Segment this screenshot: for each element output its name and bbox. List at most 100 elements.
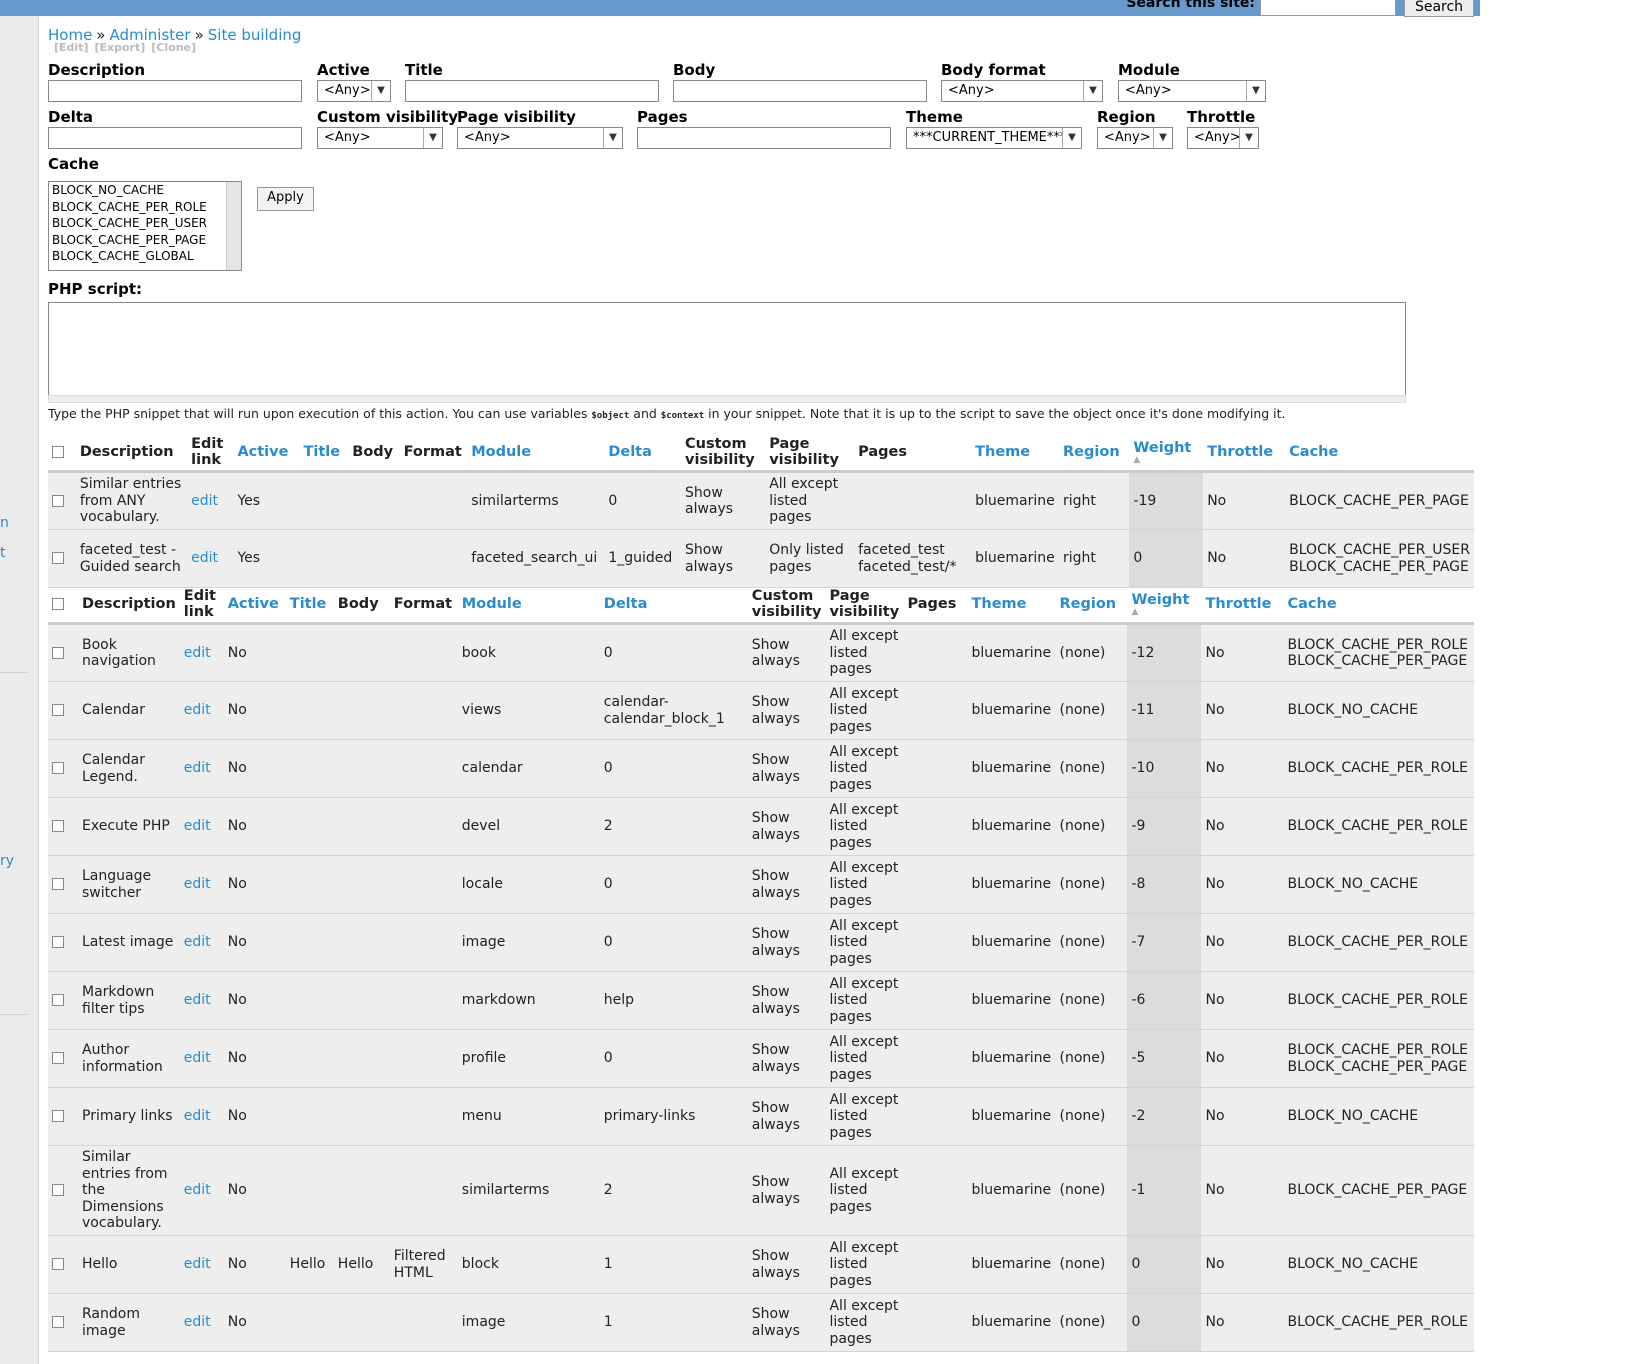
col-weight[interactable]: Weight ▲ (1127, 586, 1201, 624)
select-all-checkbox[interactable] (52, 446, 64, 458)
cache-option[interactable]: BLOCK_CACHE_PER_PAGE (49, 232, 241, 249)
col-region[interactable]: Region (1059, 434, 1129, 472)
row-checkbox[interactable] (52, 552, 64, 565)
title-input[interactable] (405, 80, 659, 102)
delta-input[interactable] (48, 127, 302, 149)
body-input[interactable] (673, 80, 927, 102)
listbox-scrollbar[interactable] (226, 182, 241, 270)
cell-edit[interactable]: edit (180, 682, 224, 740)
cache-listbox[interactable]: BLOCK_NO_CACHE BLOCK_CACHE_PER_ROLE BLOC… (48, 181, 242, 271)
sidebar-fragment[interactable]: ry (0, 853, 14, 869)
row-checkbox[interactable] (52, 878, 64, 891)
cell-throttle: No (1205, 1050, 1225, 1067)
col-throttle[interactable]: Throttle (1201, 586, 1283, 624)
col-delta[interactable]: Delta (600, 586, 748, 624)
sidebar-fragment[interactable]: n (0, 515, 9, 531)
col-active[interactable]: Active (233, 434, 299, 472)
row-checkbox[interactable] (52, 1184, 64, 1197)
cell-pages (903, 740, 967, 798)
chevron-down-icon: ▼ (1239, 128, 1258, 148)
cell-edit[interactable]: edit (180, 914, 224, 972)
row-checkbox[interactable] (52, 494, 64, 507)
region-select[interactable]: <Any> ▼ (1097, 127, 1173, 149)
breadcrumb-site-building[interactable]: Site building (208, 26, 302, 44)
tab-clone[interactable]: [Clone] (151, 41, 196, 54)
col-theme[interactable]: Theme (967, 586, 1055, 624)
select-all-checkbox[interactable] (52, 598, 64, 610)
cell-edit[interactable]: edit (180, 1030, 224, 1088)
col-description[interactable]: Description (76, 434, 187, 472)
col-description[interactable]: Description (78, 586, 180, 624)
custom-visibility-select[interactable]: <Any> ▼ (317, 127, 443, 149)
active-select[interactable]: <Any> ▼ (317, 80, 391, 102)
col-title[interactable]: Title (299, 434, 348, 472)
col-weight[interactable]: Weight ▲ (1129, 434, 1203, 472)
cell-edit[interactable]: edit (187, 530, 233, 588)
throttle-select[interactable]: <Any> ▼ (1187, 127, 1259, 149)
module-select[interactable]: <Any> ▼ (1118, 80, 1266, 102)
col-throttle[interactable]: Throttle (1203, 434, 1285, 472)
cell-delta: 2 (603, 1182, 613, 1199)
search-label: Search this site: (1126, 0, 1255, 11)
col-cache[interactable]: Cache (1283, 586, 1474, 624)
col-theme[interactable]: Theme (971, 434, 1059, 472)
cell-edit[interactable]: edit (180, 1146, 224, 1236)
search-button[interactable]: Search (1404, 0, 1474, 17)
tab-edit[interactable]: [Edit] (54, 41, 88, 54)
col-module[interactable]: Module (467, 434, 604, 472)
resize-handle[interactable] (48, 395, 1406, 403)
cache-option[interactable]: BLOCK_CACHE_PER_USER (49, 215, 241, 232)
cell-description: Execute PHP (82, 818, 170, 835)
row-checkbox[interactable] (52, 820, 64, 833)
row-checkbox[interactable] (52, 1110, 64, 1123)
row-checkbox[interactable] (52, 1052, 64, 1065)
cache-option[interactable]: BLOCK_CACHE_PER_ROLE (49, 199, 241, 216)
cell-edit[interactable]: edit (180, 1088, 224, 1146)
row-checkbox[interactable] (52, 704, 64, 717)
row-checkbox[interactable] (52, 762, 64, 775)
cell-edit[interactable]: edit (180, 740, 224, 798)
col-delta[interactable]: Delta (604, 434, 681, 472)
body-format-select[interactable]: <Any> ▼ (941, 80, 1103, 102)
sidebar-fragment[interactable]: t (0, 545, 6, 561)
cell-title (286, 798, 334, 856)
pages-input[interactable] (637, 127, 891, 149)
cell-edit[interactable]: edit (180, 798, 224, 856)
cell-edit[interactable]: edit (180, 972, 224, 1030)
cell-edit[interactable]: edit (180, 1236, 224, 1294)
cell-edit[interactable]: edit (180, 856, 224, 914)
cell-edit[interactable]: edit (180, 1294, 224, 1352)
cell-page-visibility: All except listed pages (829, 1165, 899, 1215)
row-checkbox[interactable] (52, 994, 64, 1007)
sort-asc-icon: ▲ (1131, 607, 1139, 617)
col-body: Body (352, 444, 394, 460)
cell-edit[interactable]: edit (187, 472, 233, 530)
col-active[interactable]: Active (224, 586, 286, 624)
cache-option[interactable]: BLOCK_NO_CACHE (49, 182, 241, 199)
cell-description: Book navigation (82, 636, 156, 670)
row-checkbox[interactable] (52, 646, 64, 659)
row-checkbox[interactable] (52, 1258, 64, 1271)
cell-edit[interactable]: edit (180, 624, 224, 682)
tab-export[interactable]: [Export] (94, 41, 145, 54)
table-row: Latest image edit No image 0 Show always All e… (48, 913, 1474, 972)
cell-cache: BLOCK_NO_CACHE (1287, 1256, 1419, 1273)
description-input[interactable] (48, 80, 302, 102)
php-script-textarea[interactable] (48, 302, 1406, 396)
apply-button[interactable]: Apply (257, 187, 314, 211)
cell-region: (none) (1059, 992, 1106, 1009)
pages-label: Pages (637, 108, 688, 126)
col-title[interactable]: Title (286, 586, 334, 624)
cell-body (348, 530, 399, 588)
col-module[interactable]: Module (458, 586, 600, 624)
cell-delta: 0 (603, 1050, 613, 1067)
cache-option[interactable]: BLOCK_CACHE_GLOBAL (49, 248, 241, 265)
col-region[interactable]: Region (1055, 586, 1127, 624)
row-checkbox[interactable] (52, 936, 64, 949)
theme-select[interactable]: ***CURRENT_THEME*** ▼ (906, 127, 1082, 149)
col-cache[interactable]: Cache (1285, 434, 1474, 472)
cell-body (334, 1030, 390, 1088)
row-checkbox[interactable] (52, 1316, 64, 1329)
page-visibility-select[interactable]: <Any> ▼ (457, 127, 623, 149)
search-input[interactable] (1260, 0, 1396, 16)
